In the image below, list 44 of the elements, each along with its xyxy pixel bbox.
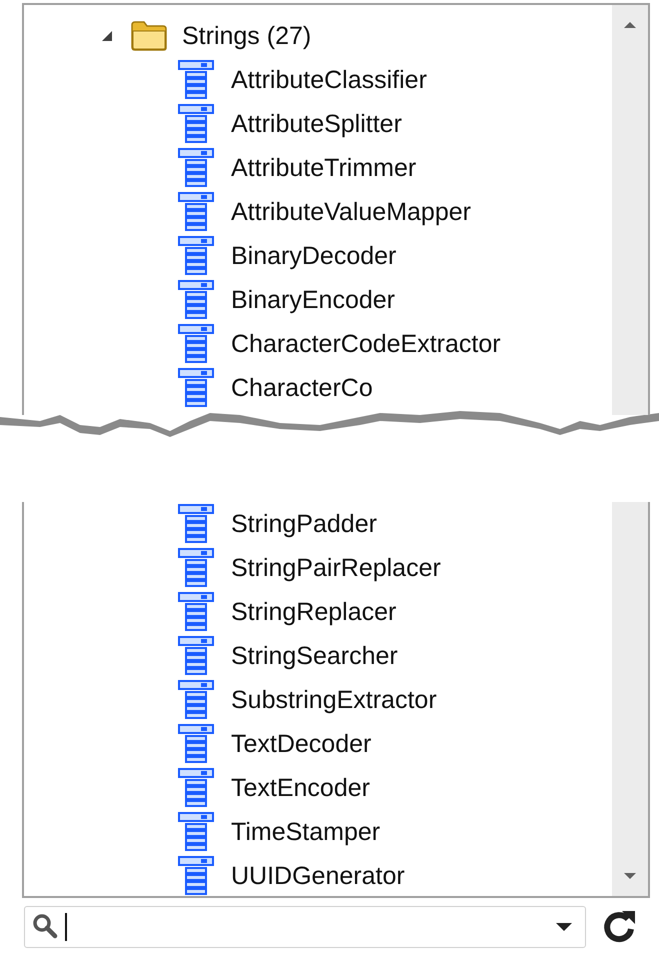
tree-item[interactable]: AttributeClassifier [231,66,427,94]
scroll-up-icon [622,19,638,29]
collapse-icon[interactable] [100,29,114,43]
stacked-bars-icon [177,856,215,896]
tree-item[interactable]: SubstringExtractor [231,686,437,714]
tree-item[interactable]: TextDecoder [231,730,372,758]
stacked-bars-icon [177,724,215,764]
text-cursor [65,913,67,941]
folder-icon [130,20,168,52]
stacked-bars-icon [177,592,215,632]
dropdown-icon[interactable] [555,921,573,933]
stacked-bars-icon [177,104,215,144]
stacked-bars-icon [177,636,215,676]
tree-folder[interactable]: Strings (27) [182,22,312,50]
tree-item[interactable]: CharacterCo [231,374,373,402]
tree-item[interactable]: UUIDGenerator [231,862,405,890]
stacked-bars-icon [177,368,215,408]
tree-item[interactable]: AttributeTrimmer [231,154,416,182]
stacked-bars-icon [177,548,215,588]
scrollbar[interactable] [612,5,648,415]
stacked-bars-icon [177,60,215,100]
tree-item[interactable]: CharacterCodeExtractor [231,330,501,358]
scroll-down-icon [622,872,638,882]
scrollbar[interactable] [612,502,648,896]
tree-item[interactable]: AttributeValueMapper [231,198,471,226]
stacked-bars-icon [177,192,215,232]
tree-item[interactable]: BinaryEncoder [231,286,395,314]
stacked-bars-icon [177,148,215,188]
tree-item[interactable]: StringPairReplacer [231,554,441,582]
search-field[interactable] [24,906,586,948]
tree-item[interactable]: TextEncoder [231,774,370,802]
tree-item[interactable]: StringPadder [231,510,377,538]
tree-item[interactable]: AttributeSplitter [231,110,402,138]
stacked-bars-icon [177,324,215,364]
stacked-bars-icon [177,504,215,544]
tree-item[interactable]: StringReplacer [231,598,396,626]
tree-item[interactable]: StringSearcher [231,642,398,670]
stacked-bars-icon [177,680,215,720]
stacked-bars-icon [177,768,215,808]
stacked-bars-icon [177,236,215,276]
stacked-bars-icon [177,812,215,852]
tree-item[interactable]: BinaryDecoder [231,242,396,270]
stacked-bars-icon [177,280,215,320]
tree-item[interactable]: TimeStamper [231,818,380,846]
